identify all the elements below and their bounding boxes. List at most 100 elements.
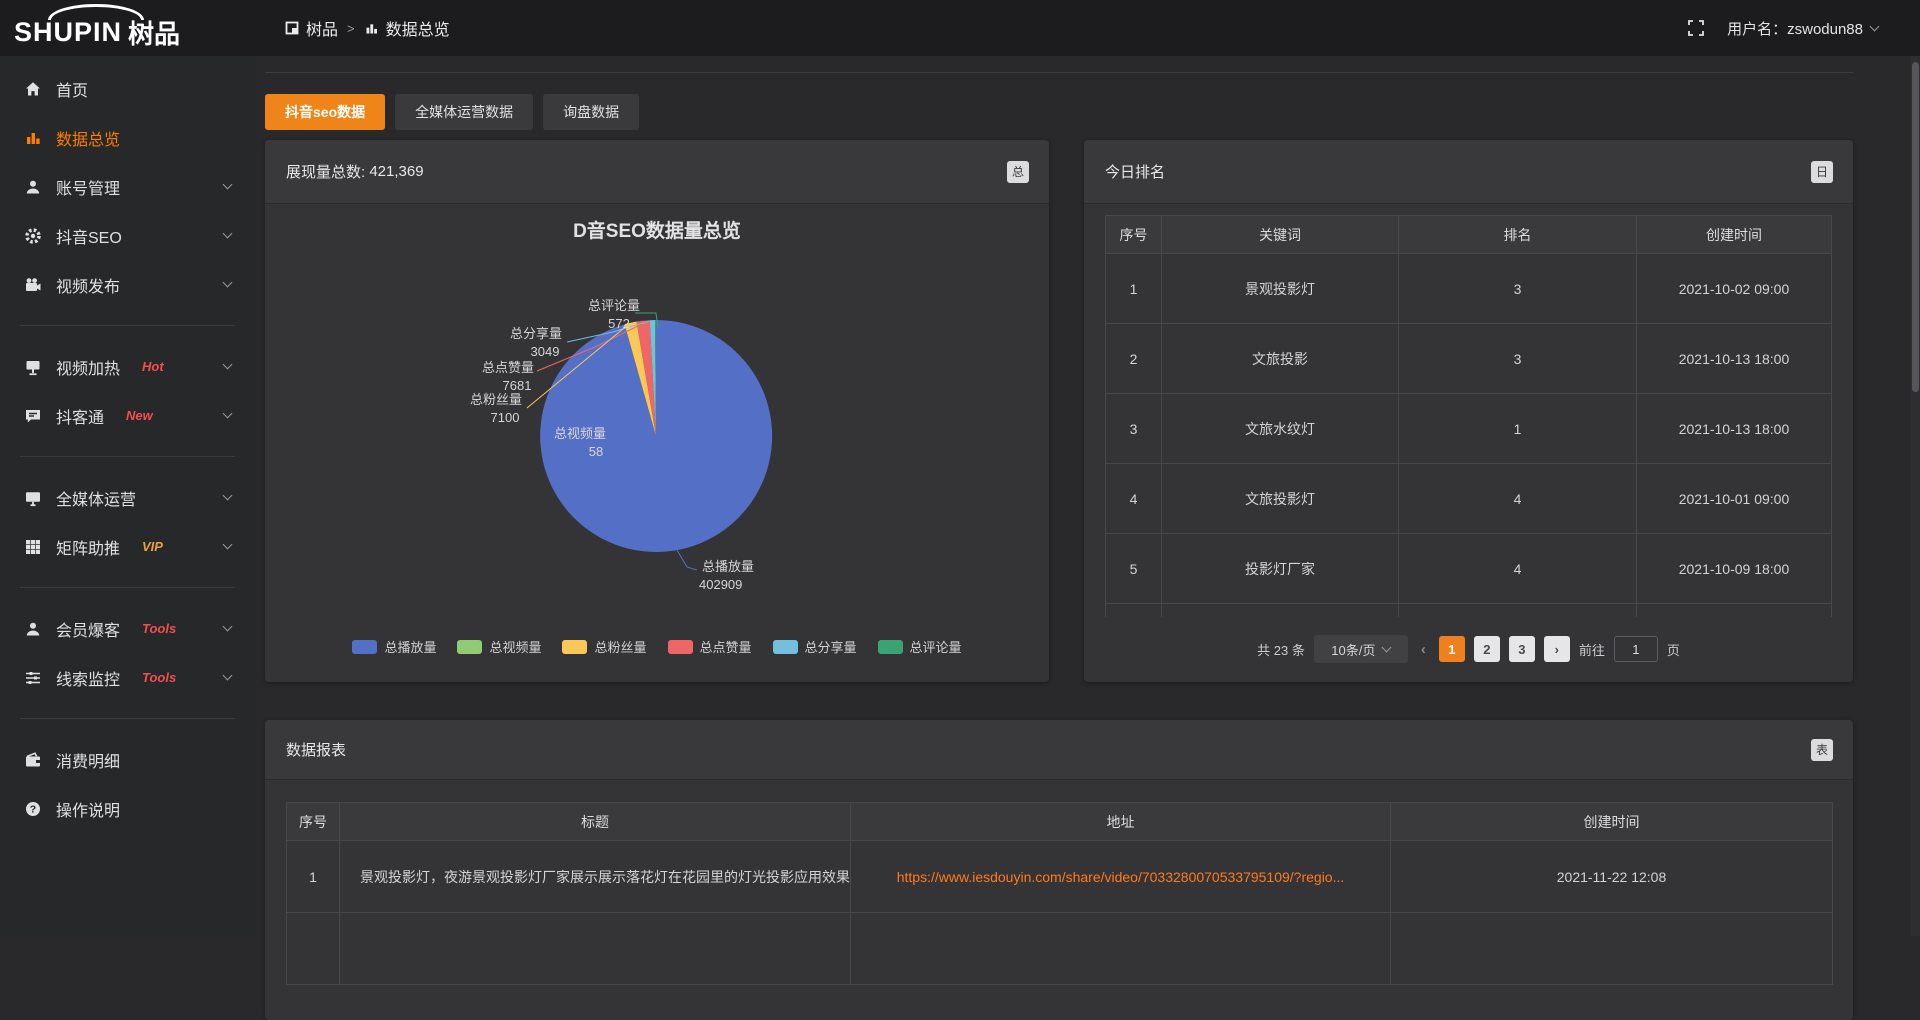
sidebar-item-video-heat[interactable]: 视频加热 Hot [0, 342, 255, 391]
scrollbar-thumb[interactable] [1912, 62, 1919, 392]
legend-item-fans[interactable]: 总粉丝量 [562, 637, 646, 656]
sidebar-item-help[interactable]: ? 操作说明 [0, 784, 255, 833]
legend-swatch [773, 640, 798, 654]
sidebar-item-matrix-boost[interactable]: 矩阵助推 VIP [0, 522, 255, 571]
legend-swatch [878, 640, 903, 654]
video-link[interactable]: https://www.iesdouyin.com/share/video/70… [851, 841, 1391, 913]
page-button-1[interactable]: 1 [1439, 636, 1465, 662]
sidebar-item-video-publish[interactable]: 视频发布 [0, 260, 255, 309]
table-header-row: 序号 标题 地址 创建时间 [287, 803, 1833, 841]
page-button-2[interactable]: 2 [1474, 636, 1500, 662]
header-divider [265, 72, 1853, 73]
col-created: 创建时间 [1637, 216, 1832, 254]
col-keyword: 关键词 [1162, 216, 1399, 254]
page-button-3[interactable]: 3 [1509, 636, 1535, 662]
chevron-down-icon [1870, 21, 1880, 31]
breadcrumb-separator: > [347, 21, 355, 36]
chevron-down-icon [223, 622, 233, 632]
sidebar-divider [20, 718, 235, 719]
impressions-total-value: 421,369 [369, 163, 423, 180]
prev-page-button[interactable]: ‹ [1417, 641, 1430, 658]
chevron-down-icon [223, 229, 233, 239]
pie-chart-svg: D音SEO数据量总览 总评论量 572 总分享量 3049 总点赞量 7681 … [265, 205, 1049, 682]
legend-item-likes[interactable]: 总点赞量 [668, 637, 752, 656]
legend-item-plays[interactable]: 总播放量 [352, 637, 436, 656]
table-badge-button[interactable]: 表 [1811, 739, 1833, 761]
table-row-clipped [1106, 604, 1832, 618]
question-icon: ? [24, 800, 42, 818]
monitor-icon [24, 489, 42, 507]
breadcrumb-app[interactable]: 树品 [285, 16, 338, 40]
report-table-wrap: 序号 标题 地址 创建时间 1 景观投影灯，夜游景观投影灯厂家展示展示落花灯在花… [286, 802, 1833, 1020]
breadcrumb: 树品 > 数据总览 [285, 0, 450, 56]
sidebar-item-lead-monitor[interactable]: 线索监控 Tools [0, 653, 255, 702]
sidebar-item-spend-detail[interactable]: 消费明细 [0, 735, 255, 784]
rank-table-wrap: 序号 关键词 排名 创建时间 1景观投影灯32021-10-02 09:00 2… [1105, 215, 1832, 617]
impressions-total: 展现量总数: 421,369 [286, 140, 424, 203]
scrollbar-track[interactable] [1911, 56, 1920, 936]
today-rank-card: 今日排名 日 序号 关键词 排名 创建时间 1景观投影灯32021-10-02 … [1084, 140, 1853, 682]
pie-value-shares: 3049 [531, 344, 560, 359]
seo-overview-card: 展现量总数: 421,369 总 D音SEO数据量总览 总评论量 572 总分享… [265, 140, 1049, 682]
day-badge-button[interactable]: 日 [1811, 161, 1833, 183]
chat-icon [24, 407, 42, 425]
next-page-button[interactable]: › [1544, 636, 1570, 662]
report-card-title: 数据报表 [286, 720, 346, 779]
video-title: 景观投影灯，夜游景观投影灯厂家展示展示落花灯在花园里的灯光投影应用效果 # [340, 841, 851, 913]
sidebar-item-home[interactable]: 首页 [0, 64, 255, 113]
video-camera-icon [24, 276, 42, 294]
sidebar-item-data-overview[interactable]: 数据总览 [0, 113, 255, 162]
chart-title: D音SEO数据量总览 [573, 219, 741, 242]
vip-badge: VIP [142, 539, 163, 554]
screen-icon [24, 358, 42, 376]
sidebar: 首页 数据总览 账号管理 抖音SEO 视频发布 视频加热 Hot 抖客通 New… [0, 56, 255, 936]
chevron-down-icon [223, 540, 233, 550]
sliders-icon [24, 669, 42, 687]
sidebar-item-account[interactable]: 账号管理 [0, 162, 255, 211]
legend-item-videos[interactable]: 总视频量 [457, 637, 541, 656]
card-header: 展现量总数: 421,369 总 [265, 140, 1049, 204]
tab-douyin-seo-data[interactable]: 抖音seo数据 [265, 94, 385, 130]
legend-swatch [668, 640, 693, 654]
grid-icon [24, 538, 42, 556]
sidebar-item-all-media[interactable]: 全媒体运营 [0, 473, 255, 522]
sidebar-item-member-burst[interactable]: 会员爆客 Tools [0, 604, 255, 653]
tab-all-media-data[interactable]: 全媒体运营数据 [395, 94, 533, 130]
app-logo: SHUPIN 树品 [14, 0, 254, 56]
page-size-select[interactable]: 10条/页 [1314, 635, 1408, 663]
goto-page-input[interactable] [1614, 636, 1658, 662]
chevron-down-icon [223, 180, 233, 190]
logo-text-en: SHUPIN [14, 17, 122, 48]
user-menu[interactable]: 用户名：zswodun88 [1727, 18, 1878, 39]
legend-item-shares[interactable]: 总分享量 [773, 637, 857, 656]
total-badge-button[interactable]: 总 [1007, 161, 1029, 183]
pie-value-videos: 58 [589, 444, 603, 459]
breadcrumb-page[interactable]: 数据总览 [364, 16, 450, 40]
pie-value-likes: 7681 [503, 378, 532, 393]
wallet-icon [24, 751, 42, 769]
tools-badge: Tools [142, 670, 176, 685]
sidebar-divider [20, 587, 235, 588]
table-header-row: 序号 关键词 排名 创建时间 [1106, 216, 1832, 254]
legend-item-comments[interactable]: 总评论量 [878, 637, 962, 656]
col-no: 序号 [1106, 216, 1162, 254]
pie-label-comments: 总评论量 [588, 298, 640, 313]
pie-label-shares: 总分享量 [510, 326, 562, 341]
table-row: 3文旅水纹灯12021-10-13 18:00 [1106, 394, 1832, 464]
fullscreen-icon[interactable] [1687, 19, 1705, 37]
sidebar-divider [20, 456, 235, 457]
sidebar-divider [20, 325, 235, 326]
pie-chart: D音SEO数据量总览 总评论量 572 总分享量 3049 总点赞量 7681 … [265, 205, 1049, 682]
goto-suffix: 页 [1667, 640, 1680, 659]
table-row: 4文旅投影灯42021-10-01 09:00 [1106, 464, 1832, 534]
chevron-down-icon [223, 671, 233, 681]
sidebar-item-douyin-seo[interactable]: 抖音SEO [0, 211, 255, 260]
data-tabs: 抖音seo数据 全媒体运营数据 询盘数据 [265, 94, 639, 130]
pie-value-fans: 7100 [491, 410, 520, 425]
sidebar-item-doukeotong[interactable]: 抖客通 New [0, 391, 255, 440]
report-table: 序号 标题 地址 创建时间 1 景观投影灯，夜游景观投影灯厂家展示展示落花灯在花… [286, 802, 1833, 985]
pagination: 共 23 条 10条/页 ‹ 1 2 3 › 前往 页 [1084, 634, 1853, 664]
logo-mark-icon [285, 21, 299, 35]
user-icon [24, 178, 42, 196]
tab-inquiry-data[interactable]: 询盘数据 [543, 94, 639, 130]
